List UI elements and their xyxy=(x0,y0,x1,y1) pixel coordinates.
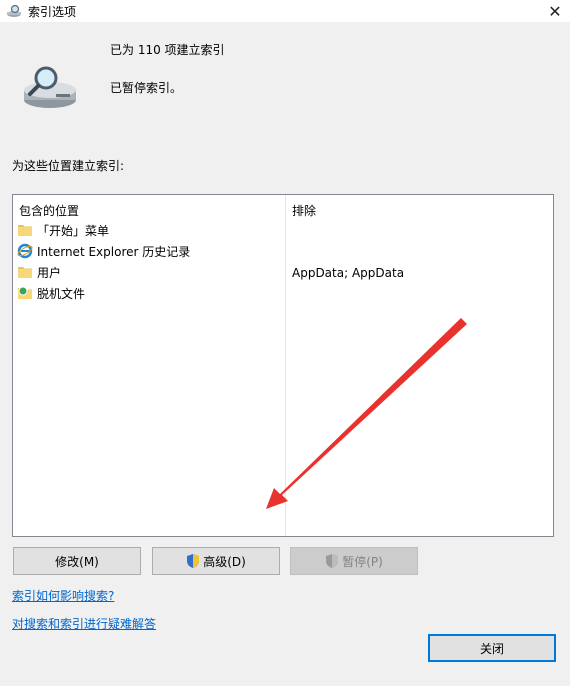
title-bar: 索引选项 ✕ xyxy=(0,0,570,22)
drive-search-icon xyxy=(24,66,76,108)
locations-label: 为这些位置建立索引: xyxy=(12,159,125,173)
folder-icon xyxy=(18,225,32,236)
uac-shield-icon xyxy=(326,554,339,568)
pause-button-label: 暂停(P) xyxy=(342,554,383,569)
close-button-label: 关闭 xyxy=(479,641,504,656)
list-item[interactable]: 脱机文件 xyxy=(17,283,283,303)
list-item[interactable]: Internet Explorer 历史记录 xyxy=(17,241,283,261)
location-name: 「开始」菜单 xyxy=(37,223,110,238)
offline-files-icon xyxy=(18,286,32,299)
indexing-options-icon xyxy=(7,4,21,17)
modify-button[interactable]: 修改(M) xyxy=(13,547,141,575)
internet-explorer-icon xyxy=(17,243,33,259)
list-item[interactable]: 「开始」菜单 xyxy=(17,220,283,240)
window-title: 索引选项 xyxy=(28,5,77,19)
uac-shield-icon xyxy=(187,554,200,568)
index-status-text: 已暂停索引。 xyxy=(110,81,183,95)
window-close-button[interactable]: ✕ xyxy=(540,0,570,22)
list-item[interactable]: 用户 xyxy=(17,262,283,282)
indexed-count-text: 已为 110 项建立索引 xyxy=(110,43,225,57)
how-indexing-affects-link[interactable]: 索引如何影响搜索? xyxy=(12,587,114,604)
exclude-column-header: 排除 xyxy=(292,204,317,218)
included-column-header: 包含的位置 xyxy=(19,204,80,218)
locations-list[interactable]: 包含的位置 排除 「开始」菜单 Internet Explorer 历史记录 用… xyxy=(12,194,554,537)
pause-button[interactable]: 暂停(P) xyxy=(290,547,418,575)
location-exclude: AppData; AppData xyxy=(292,266,405,280)
folder-icon xyxy=(18,267,32,278)
location-name: Internet Explorer 历史记录 xyxy=(37,244,191,259)
close-button[interactable]: 关闭 xyxy=(428,634,556,662)
modify-button-label: 修改(M) xyxy=(55,554,99,569)
column-divider xyxy=(285,195,286,536)
advanced-button[interactable]: 高级(D) xyxy=(152,547,280,575)
advanced-button-label: 高级(D) xyxy=(203,554,246,569)
close-icon: ✕ xyxy=(548,1,562,21)
location-name: 脱机文件 xyxy=(37,286,86,301)
troubleshoot-link[interactable]: 对搜索和索引进行疑难解答 xyxy=(12,615,156,632)
location-name: 用户 xyxy=(37,265,62,280)
